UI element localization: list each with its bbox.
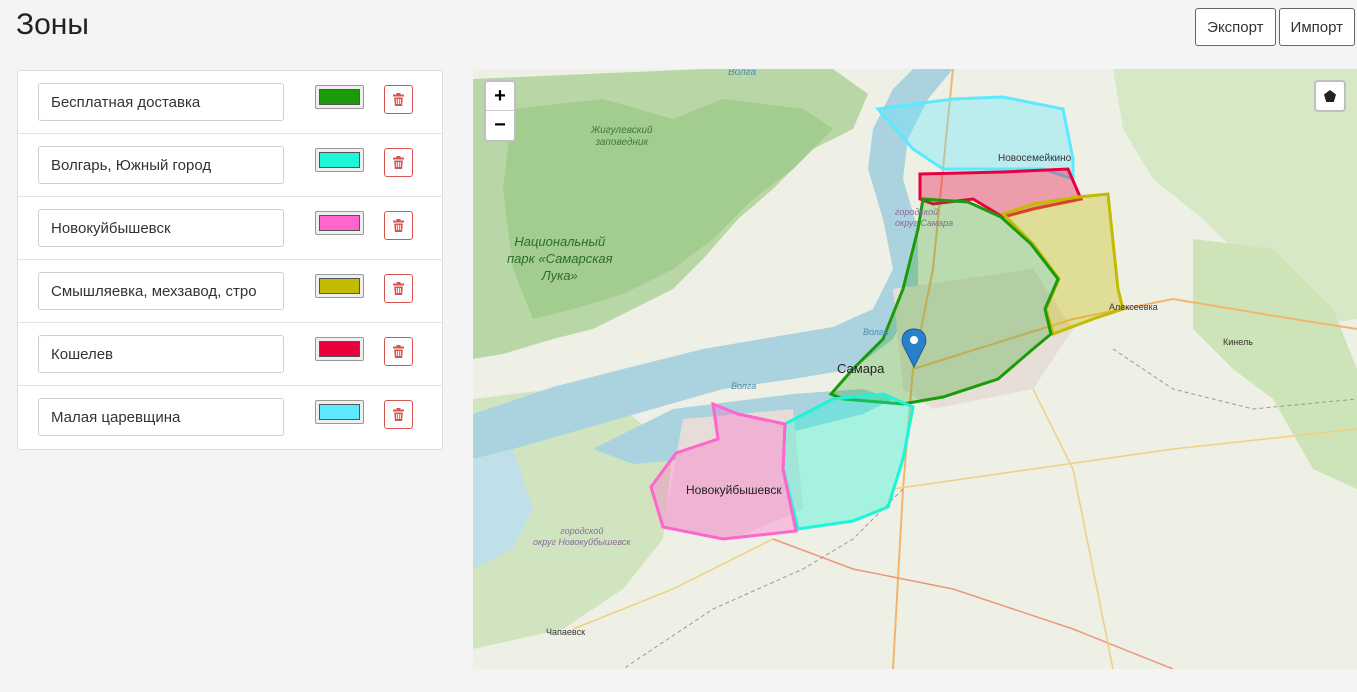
map-label-kinel: Кинель [1223, 337, 1253, 347]
zone-color-fill [319, 89, 360, 105]
delete-zone-button[interactable] [384, 211, 413, 240]
zone-row [18, 134, 442, 197]
map-label-gorod-samara: городской округ Самара [895, 207, 954, 228]
zone-row [18, 323, 442, 386]
map-label-alekseevka: Алексеевка [1109, 302, 1158, 312]
map-label-zhiguli: Жигулевский заповедник [591, 125, 653, 148]
map-label-novokuybyshevsk: Новокуйбышевск [686, 483, 782, 497]
zone-color-picker[interactable] [315, 85, 364, 109]
zone-color-fill [319, 152, 360, 168]
map-label-chapaevsk: Чапаевск [546, 627, 586, 637]
page-title: Зоны [16, 8, 89, 41]
trash-icon [393, 408, 404, 421]
map-label-volga-low: Волга [731, 381, 757, 391]
map-label-volga-mid: Волга [863, 327, 889, 337]
map-label-volga-top: Волга [728, 69, 757, 78]
delete-zone-button[interactable] [384, 400, 413, 429]
zone-color-picker[interactable] [315, 148, 364, 172]
zone-color-fill [319, 341, 360, 357]
import-button[interactable]: Импорт [1278, 8, 1355, 46]
trash-icon [393, 93, 404, 106]
zone-color-fill [319, 404, 360, 420]
draw-polygon-button[interactable] [1314, 80, 1346, 112]
trash-icon [393, 156, 404, 169]
map-label-samara: Самара [837, 361, 885, 376]
trash-icon [393, 282, 404, 295]
trash-icon [393, 219, 404, 232]
zoom-in-button[interactable]: + [486, 82, 514, 111]
zone-row [18, 71, 442, 134]
zones-panel [17, 70, 443, 450]
zone-color-picker[interactable] [315, 211, 364, 235]
zone-name-input[interactable] [38, 146, 284, 184]
zoom-control: + − [484, 80, 516, 142]
zone-row [18, 386, 442, 449]
delete-zone-button[interactable] [384, 337, 413, 366]
zone-color-picker[interactable] [315, 337, 364, 361]
delete-zone-button[interactable] [384, 85, 413, 114]
zone-color-picker[interactable] [315, 400, 364, 424]
export-button[interactable]: Экспорт [1195, 8, 1276, 46]
trash-icon [393, 345, 404, 358]
zone-color-picker[interactable] [315, 274, 364, 298]
map-label-park: Национальный парк «Самарская Лука» [507, 234, 613, 283]
zone-name-input[interactable] [38, 83, 284, 121]
map[interactable]: Волга Жигулевский заповедник Национальны… [473, 69, 1357, 669]
zone-color-fill [319, 215, 360, 231]
zone-row [18, 260, 442, 323]
zone-name-input[interactable] [38, 209, 284, 247]
polygon-icon [1324, 90, 1336, 102]
map-tiles [473, 69, 1357, 669]
zone-color-fill [319, 278, 360, 294]
zone-name-input[interactable] [38, 398, 284, 436]
delete-zone-button[interactable] [384, 148, 413, 177]
top-actions: Экспорт Импорт [1195, 8, 1355, 46]
zone-name-input[interactable] [38, 335, 284, 373]
map-label-gorod-novok: городской округ Новокуйбышевск [533, 526, 631, 547]
zone-row [18, 197, 442, 260]
map-label-novosemeykino: Новосемейкино [998, 153, 1072, 164]
delete-zone-button[interactable] [384, 274, 413, 303]
zoom-out-button[interactable]: − [486, 111, 514, 140]
zone-name-input[interactable] [38, 272, 284, 310]
